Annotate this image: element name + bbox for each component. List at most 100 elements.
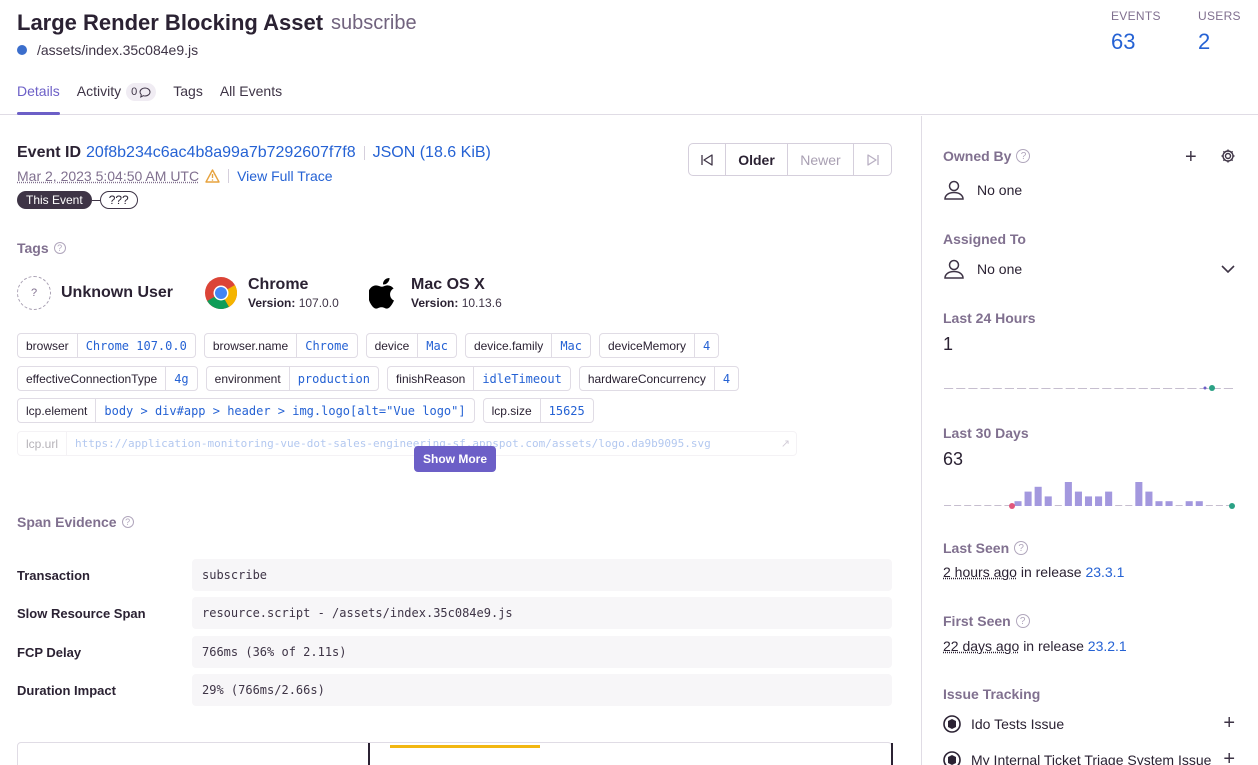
sparkline-bar	[1175, 505, 1183, 506]
help-icon[interactable]: ?	[53, 242, 66, 254]
first-seen-heading: First Seen?	[943, 613, 1030, 629]
users-stat[interactable]: USERS 2	[1198, 9, 1241, 55]
apple-icon	[369, 277, 394, 309]
sparkline-bar	[1064, 482, 1072, 506]
waterfall-edge	[891, 743, 893, 765]
add-owner-icon[interactable]: +	[1185, 146, 1197, 169]
issue-tracking-item[interactable]: My Internal Ticket Triage System Issue +	[943, 748, 1235, 765]
unknown-event-pill[interactable]: ???	[99, 191, 138, 209]
span-evidence-row: Transaction subscribe	[17, 559, 892, 591]
release-link[interactable]: 23.2.1	[1088, 638, 1127, 654]
unknown-user-icon: ?	[17, 276, 51, 310]
tab-details[interactable]: Details	[17, 83, 60, 115]
newer-button[interactable]: Newer	[788, 144, 854, 175]
integration-icon	[943, 750, 961, 765]
sparkline-bar	[944, 388, 954, 389]
latest-release-dot	[1229, 503, 1235, 509]
last-seen-heading: Last Seen?	[943, 540, 1029, 556]
this-event-pill: This Event	[17, 191, 92, 209]
tag-row: lcp.element body > div#app > header > img…	[17, 398, 594, 423]
tag-pill[interactable]: lcp.element body > div#app > header > img…	[17, 398, 475, 423]
last-event-button[interactable]	[854, 144, 891, 175]
event-main: Event ID 20f8b234c6ac4b8a99a7b7292607f7f…	[0, 116, 922, 765]
chevron-down-icon	[1221, 265, 1235, 273]
external-link-icon[interactable]: ↗	[781, 432, 796, 455]
tab-activity[interactable]: Activity 0	[77, 83, 157, 115]
tag-pill[interactable]: lcp.size 15625	[482, 398, 594, 423]
json-link[interactable]: JSON (18.6 KiB)	[373, 144, 491, 162]
os-context-title: Mac OS X	[411, 276, 485, 293]
sparkline-bar	[968, 388, 978, 389]
first-event-button[interactable]	[689, 144, 726, 175]
browser-context[interactable]: Chrome Version: 107.0.0	[204, 276, 339, 310]
tag-pill[interactable]: lcp.url https://application-monitoring-vu…	[17, 431, 797, 456]
events-stat-value[interactable]: 63	[1111, 29, 1161, 55]
release-link[interactable]: 23.3.1	[1085, 564, 1124, 580]
sparkline-bar	[1187, 388, 1197, 389]
users-stat-label: USERS	[1198, 9, 1241, 23]
sparkline-bar	[1195, 501, 1203, 506]
warning-icon[interactable]	[205, 169, 220, 183]
add-issue-icon[interactable]: +	[1223, 748, 1235, 765]
tag-pill[interactable]: effectiveConnectionType 4g	[17, 366, 198, 391]
help-icon[interactable]: ?	[121, 516, 134, 528]
user-icon	[944, 180, 964, 200]
event-date[interactable]: Mar 2, 2023 5:04:50 AM UTC	[17, 168, 199, 184]
tag-pill[interactable]: device Mac	[365, 333, 457, 358]
chrome-icon	[205, 277, 238, 310]
tag-row: lcp.url https://application-monitoring-vu…	[17, 431, 797, 456]
gear-icon[interactable]	[1220, 148, 1236, 164]
assignee-dropdown[interactable]: No one	[943, 259, 1235, 279]
add-issue-icon[interactable]: +	[1223, 712, 1235, 735]
os-version: Version: 10.13.6	[411, 296, 502, 310]
users-stat-value[interactable]: 2	[1198, 29, 1241, 55]
span-evidence-row: Slow Resource Span resource.script - /as…	[17, 597, 892, 629]
event-id-link[interactable]: 20f8b234c6ac4b8a99a7b7292607f7f8	[86, 144, 356, 162]
last-30-sparkline[interactable]	[943, 476, 1235, 512]
tag-pill[interactable]: deviceMemory 4	[599, 333, 720, 358]
issue-tracking-item[interactable]: Ido Tests Issue +	[943, 712, 1235, 735]
trace-trail: This Event ???	[17, 191, 138, 209]
older-button[interactable]: Older	[726, 144, 788, 175]
sparkline-bar	[1138, 388, 1148, 389]
issue-header: Large Render Blocking Asset subscribe /a…	[0, 0, 1258, 115]
tag-pill[interactable]: finishReason idleTimeout	[386, 366, 571, 391]
sparkline-bar	[980, 388, 990, 389]
tag-pill[interactable]: browser Chrome 107.0.0	[17, 333, 196, 358]
view-full-trace-link[interactable]: View Full Trace	[237, 168, 332, 184]
tag-pill[interactable]: browser.name Chrome	[203, 333, 358, 358]
tag-pill[interactable]: device.family Mac	[464, 333, 591, 358]
sparkline-bar	[1024, 491, 1032, 506]
owner-value: No one	[943, 180, 1022, 200]
sparkline-bar	[1090, 388, 1100, 389]
sparkline-bar	[964, 505, 972, 506]
sparkline-bar	[1029, 388, 1039, 389]
user-icon	[944, 259, 964, 279]
sparkline-bar	[1150, 388, 1160, 389]
tag-pill[interactable]: environment production	[205, 366, 379, 391]
sparkline-bar	[1014, 501, 1022, 506]
tag-pill[interactable]: hardwareConcurrency 4	[578, 366, 740, 391]
assigned-to-heading: Assigned To	[943, 231, 1026, 247]
sparkline-bar	[974, 505, 982, 506]
os-context[interactable]: Mac OS X Version: 10.13.6	[369, 276, 502, 310]
sparkline-bar	[1155, 501, 1163, 506]
divider	[363, 146, 365, 160]
last-24-count: 1	[943, 334, 954, 354]
user-context[interactable]: ? Unknown User	[17, 276, 173, 310]
help-icon[interactable]: ?	[1015, 614, 1030, 628]
show-more-button[interactable]: Show More	[414, 446, 497, 472]
tab-tags[interactable]: Tags	[173, 83, 203, 115]
sparkline-bar	[1077, 388, 1087, 389]
sparkline-bar	[994, 505, 1002, 506]
events-stat[interactable]: EVENTS 63	[1111, 9, 1161, 55]
span-waterfall	[17, 742, 893, 765]
browser-version: Version: 107.0.0	[248, 296, 339, 310]
divider	[228, 169, 230, 183]
help-icon[interactable]: ?	[1014, 541, 1029, 555]
help-icon[interactable]: ?	[1016, 149, 1031, 163]
last-24-sparkline[interactable]	[943, 378, 1235, 398]
waterfall-divider	[368, 743, 370, 765]
sparkline-bar	[1084, 496, 1093, 506]
tab-all-events[interactable]: All Events	[220, 83, 282, 115]
